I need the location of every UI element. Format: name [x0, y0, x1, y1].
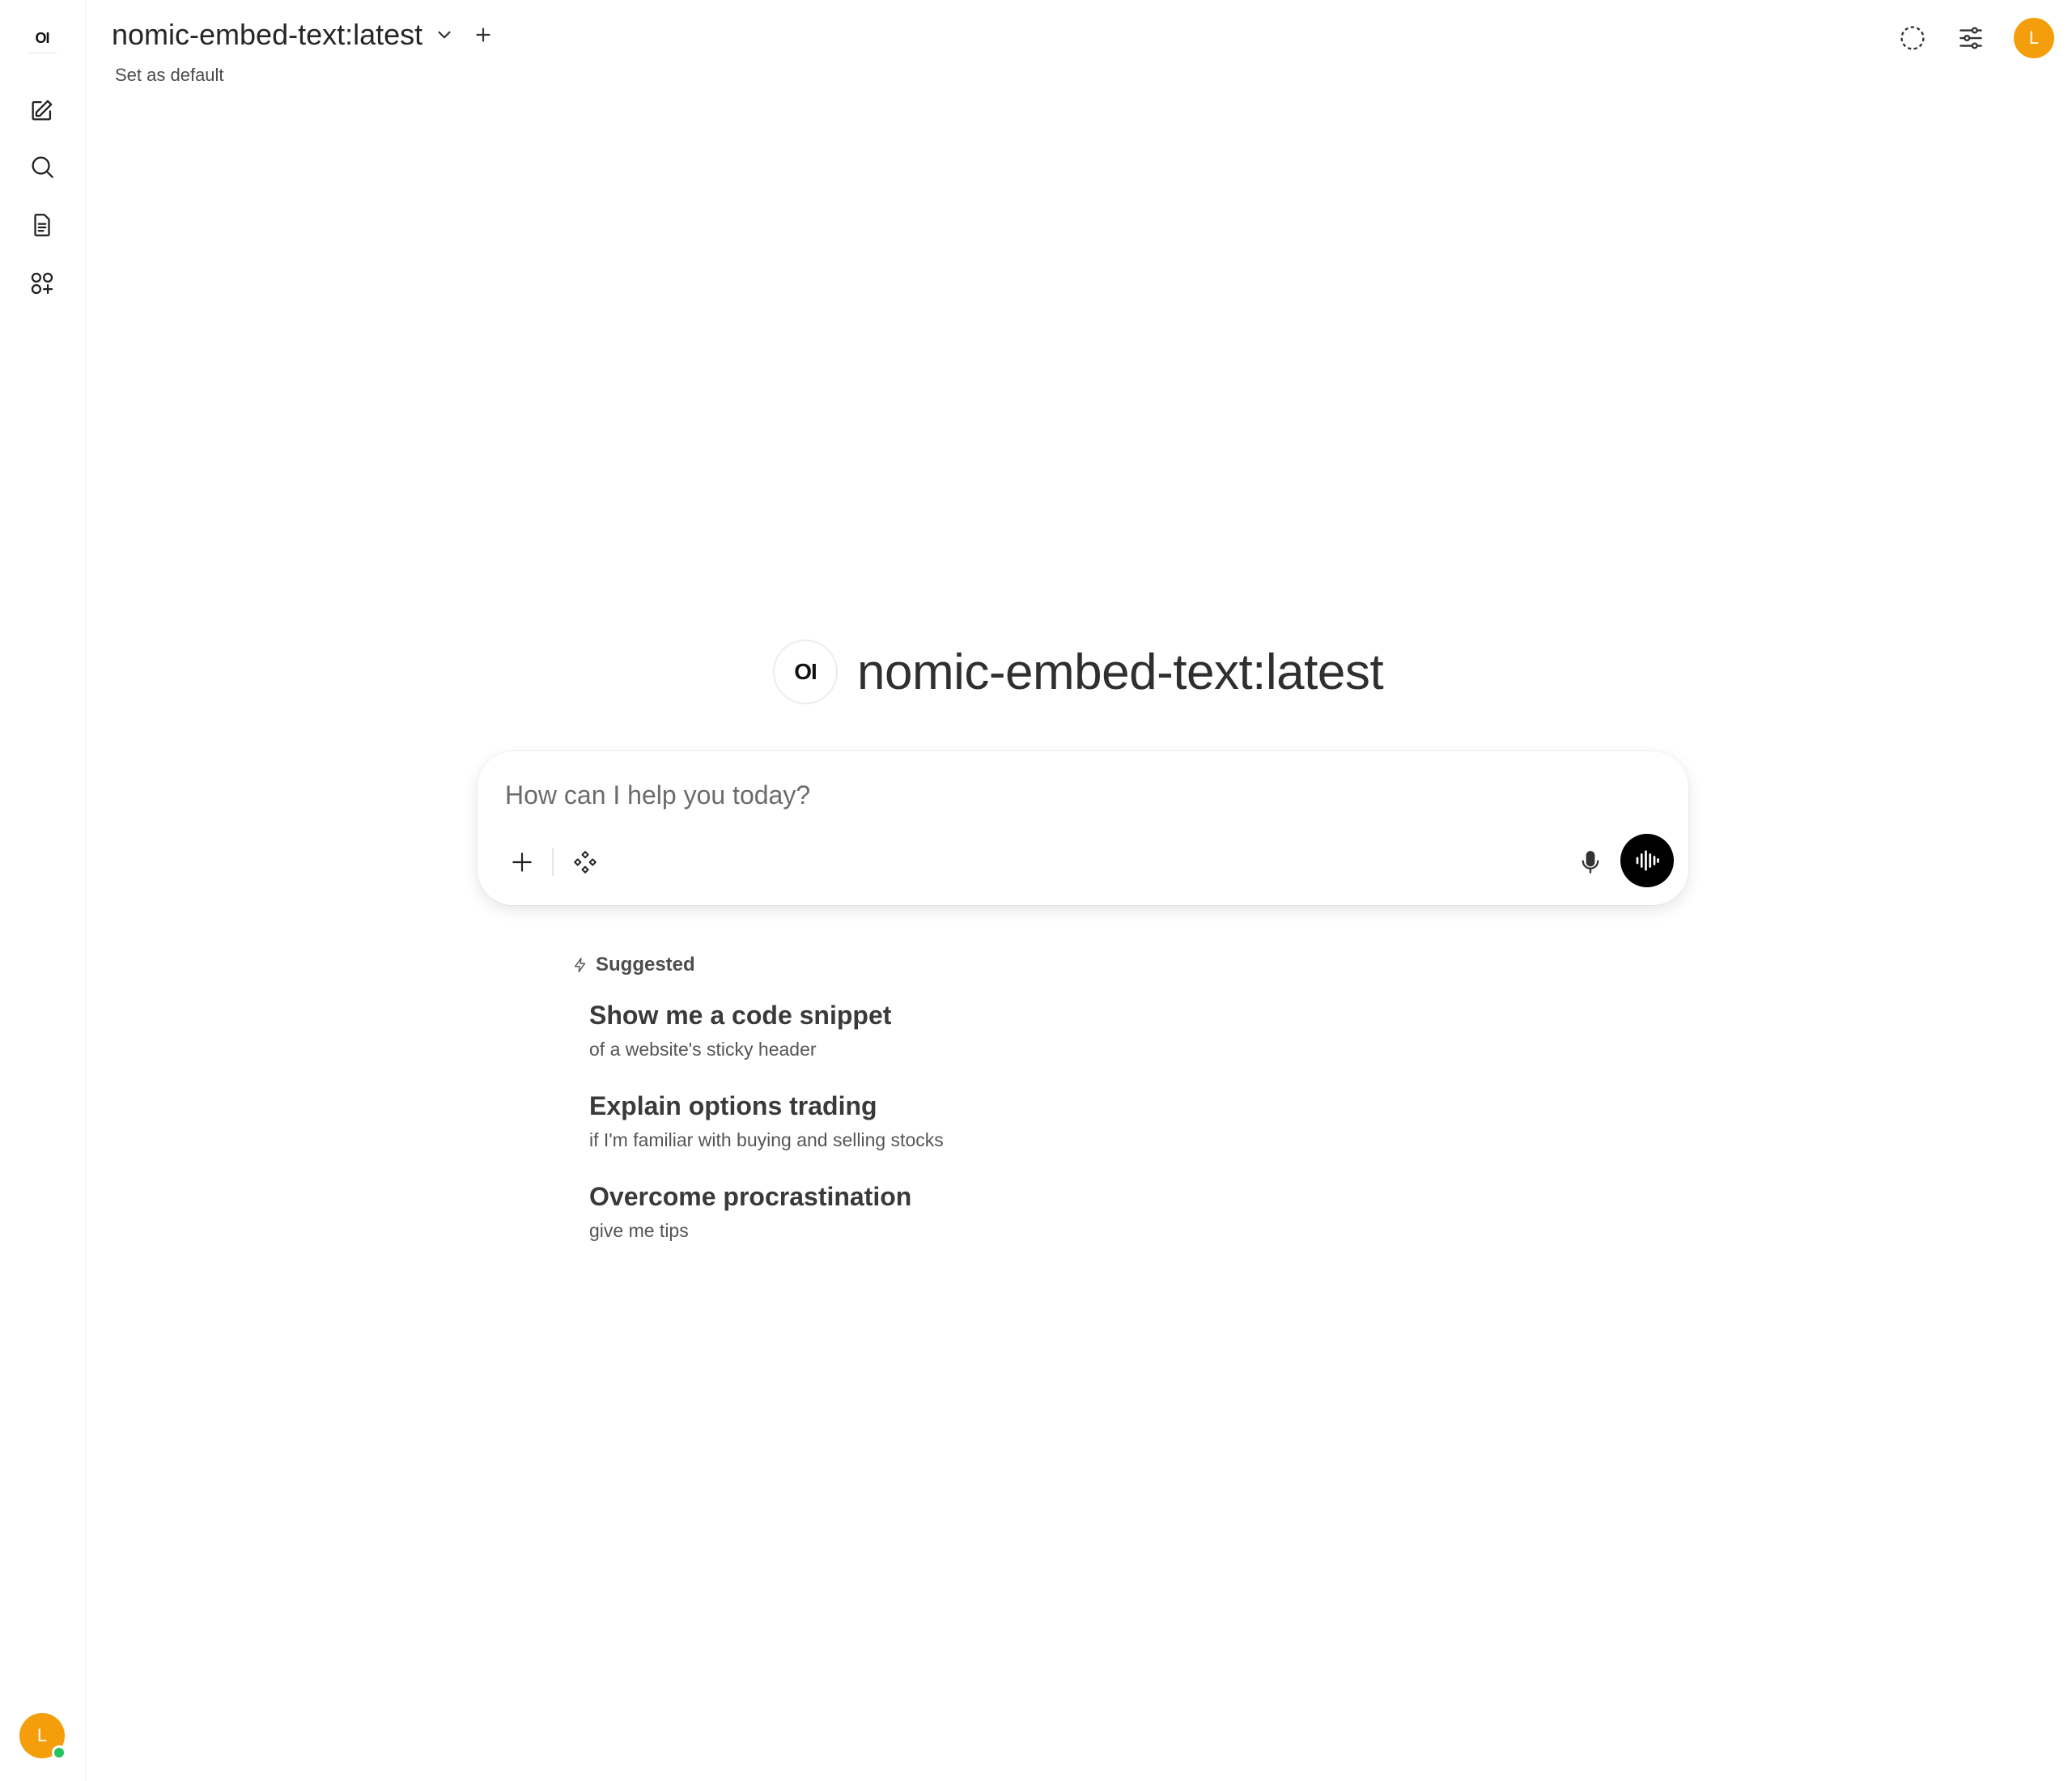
- suggestion-subtitle: of a website's sticky header: [589, 1039, 817, 1060]
- suggestion-title: Overcome procrastination: [589, 1182, 912, 1211]
- header-actions: L: [1897, 18, 2054, 58]
- app-logo[interactable]: OI: [28, 24, 57, 53]
- bolt-icon: [574, 958, 586, 972]
- search-icon: [32, 156, 53, 178]
- suggested-header: Suggested: [571, 954, 695, 976]
- set-as-default-link[interactable]: Set as default: [115, 65, 224, 86]
- message-composer: [478, 751, 1688, 905]
- suggestion-item[interactable]: Overcome procrastination give me tips: [589, 1182, 911, 1242]
- composer-divider: [552, 848, 554, 876]
- sliders-icon: [1959, 27, 1982, 49]
- plus-icon: [476, 28, 490, 42]
- temporary-chat-button[interactable]: [1897, 23, 1928, 53]
- model-selector-label: nomic-embed-text:latest: [112, 18, 423, 51]
- hero-model-name: nomic-embed-text:latest: [857, 644, 1384, 700]
- model-logo: OI: [773, 640, 838, 704]
- suggestion-subtitle: if I'm familiar with buying and selling …: [589, 1129, 944, 1150]
- suggestion-title: Explain options trading: [589, 1091, 877, 1120]
- suggestion-subtitle: give me tips: [589, 1220, 689, 1241]
- microphone-icon: [1582, 851, 1599, 873]
- suggested-label: Suggested: [596, 954, 695, 976]
- dictate-button[interactable]: [1569, 840, 1612, 884]
- apps-plus-icon: [31, 272, 53, 295]
- plus-icon: [512, 852, 532, 872]
- notes-button[interactable]: [21, 204, 63, 246]
- pencil-square-icon: [32, 100, 53, 121]
- sidebar: OI L: [0, 0, 86, 1781]
- model-hero: OI nomic-embed-text:latest: [773, 640, 1384, 704]
- suggestion-title: Show me a code snippet: [589, 1001, 892, 1030]
- controls-button[interactable]: [1955, 23, 1986, 53]
- search-button[interactable]: [21, 146, 63, 188]
- attach-button[interactable]: [502, 842, 542, 882]
- add-model-button[interactable]: [473, 24, 494, 45]
- dashed-circle-icon: [1900, 26, 1925, 50]
- waveform-icon: [1636, 850, 1659, 871]
- message-input[interactable]: [505, 776, 1557, 814]
- online-status-dot: [52, 1745, 66, 1760]
- suggestion-item[interactable]: Show me a code snippet of a website's st…: [589, 1001, 891, 1061]
- model-selector[interactable]: nomic-embed-text:latest: [112, 18, 494, 52]
- tools-button[interactable]: [565, 842, 605, 882]
- suggestion-item[interactable]: Explain options trading if I'm familiar …: [589, 1091, 944, 1151]
- voice-mode-button[interactable]: [1620, 834, 1674, 887]
- document-icon: [34, 214, 50, 236]
- integrations-icon: [574, 851, 597, 873]
- workspace-button[interactable]: [21, 262, 63, 304]
- user-menu-avatar[interactable]: L: [2014, 18, 2054, 58]
- new-chat-button[interactable]: [21, 89, 63, 131]
- chevron-down-icon[interactable]: [434, 24, 455, 45]
